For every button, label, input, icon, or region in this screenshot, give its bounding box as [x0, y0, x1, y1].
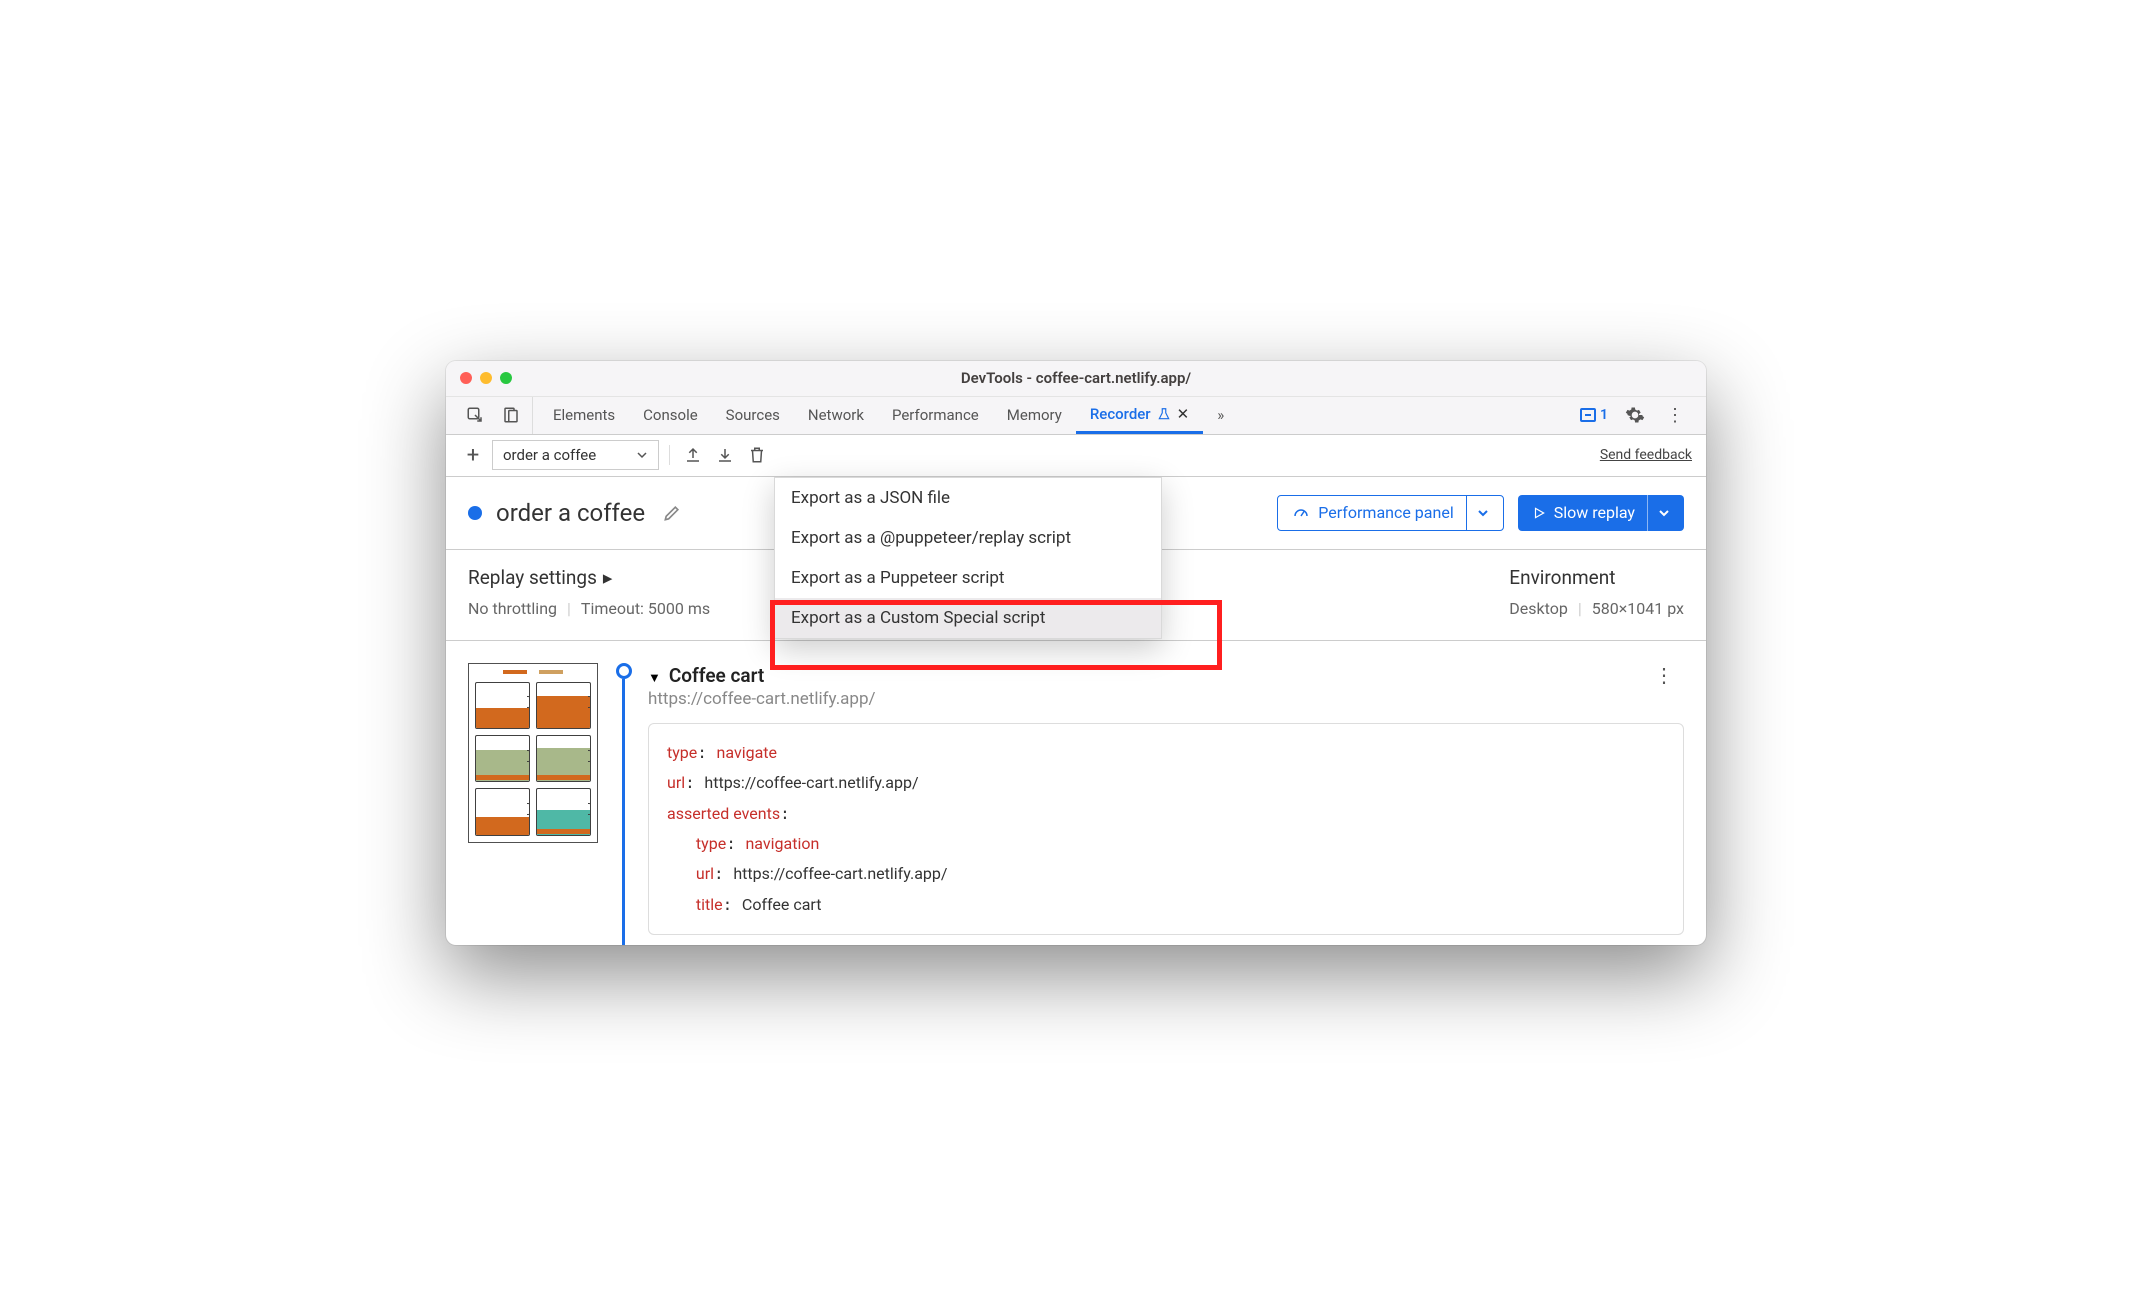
- environment-device: Desktop: [1509, 599, 1568, 618]
- step-card: ▼ Coffee cart ⋮ https://coffee-cart.netl…: [648, 663, 1684, 935]
- timeline-rail: [616, 663, 632, 935]
- recording-selector-value: order a coffee: [503, 446, 596, 464]
- send-feedback-link[interactable]: Send feedback: [1600, 447, 1692, 463]
- slow-replay-button[interactable]: Slow replay: [1518, 495, 1684, 531]
- tab-recorder-label: Recorder: [1090, 405, 1151, 423]
- window-title: DevTools - coffee-cart.netlify.app/: [446, 369, 1706, 387]
- issues-badge[interactable]: 1: [1580, 407, 1608, 423]
- export-icon[interactable]: [712, 442, 738, 468]
- edit-title-icon[interactable]: [659, 500, 685, 526]
- export-json-item[interactable]: Export as a JSON file: [775, 478, 1161, 518]
- tab-bar: Elements Console Sources Network Perform…: [446, 397, 1706, 435]
- add-recording-icon[interactable]: +: [460, 442, 486, 468]
- recorder-toolbar: + order a coffee Send feedback: [446, 435, 1706, 477]
- slow-replay-dropdown[interactable]: [1647, 495, 1670, 531]
- performance-panel-dropdown[interactable]: [1466, 496, 1489, 530]
- chevron-down-icon: [1658, 507, 1670, 519]
- tab-console[interactable]: Console: [629, 397, 712, 434]
- environment-size: 580×1041 px: [1592, 599, 1684, 618]
- step-title: Coffee cart: [669, 664, 764, 687]
- export-puppeteer-item[interactable]: Export as a Puppeteer script: [775, 558, 1161, 598]
- step-url: https://coffee-cart.netlify.app/: [648, 689, 1684, 709]
- titlebar: DevTools - coffee-cart.netlify.app/: [446, 361, 1706, 397]
- timeout-value: Timeout: 5000 ms: [581, 599, 710, 618]
- performance-panel-button[interactable]: Performance panel: [1277, 495, 1503, 531]
- chevron-down-icon: [636, 449, 648, 461]
- gauge-icon: [1292, 504, 1310, 522]
- step-code: type: navigate url: https://coffee-cart.…: [648, 723, 1684, 935]
- chevron-right-icon: ▸: [603, 566, 613, 589]
- steps-body: ▼ Coffee cart ⋮ https://coffee-cart.netl…: [446, 641, 1706, 945]
- export-custom-special-item[interactable]: Export as a Custom Special script: [775, 598, 1161, 638]
- inspect-icon[interactable]: [462, 402, 488, 428]
- environment-title: Environment: [1509, 566, 1684, 589]
- tab-recorder[interactable]: Recorder ✕: [1076, 397, 1203, 434]
- issues-icon: [1580, 408, 1596, 422]
- step-more-icon[interactable]: ⋮: [1654, 663, 1674, 687]
- devtools-window: DevTools - coffee-cart.netlify.app/ Elem…: [446, 361, 1706, 945]
- tab-elements[interactable]: Elements: [539, 397, 629, 434]
- chevron-down-icon: [1477, 507, 1489, 519]
- export-menu: Export as a JSON file Export as a @puppe…: [774, 477, 1162, 639]
- tab-performance[interactable]: Performance: [878, 397, 993, 434]
- replay-settings-label: Replay settings: [468, 566, 597, 589]
- delete-icon[interactable]: [744, 442, 770, 468]
- timeline-node: [616, 663, 632, 679]
- throttling-value: No throttling: [468, 599, 557, 618]
- slow-replay-label: Slow replay: [1554, 503, 1635, 522]
- device-toggle-icon[interactable]: [498, 402, 524, 428]
- performance-panel-label: Performance panel: [1318, 503, 1453, 522]
- replay-settings-toggle[interactable]: Replay settings ▸: [468, 566, 710, 589]
- close-tab-icon[interactable]: ✕: [1177, 405, 1190, 423]
- flask-icon: [1157, 407, 1171, 421]
- step-collapse-icon[interactable]: ▼: [648, 670, 661, 686]
- play-icon: [1532, 506, 1546, 520]
- issues-count: 1: [1600, 407, 1608, 423]
- recording-selector[interactable]: order a coffee: [492, 440, 659, 470]
- tab-overflow[interactable]: »: [1203, 397, 1238, 434]
- settings-icon[interactable]: [1622, 402, 1648, 428]
- tab-network[interactable]: Network: [794, 397, 878, 434]
- tab-memory[interactable]: Memory: [993, 397, 1076, 434]
- page-thumbnail: [468, 663, 598, 843]
- recording-status-dot: [468, 506, 482, 520]
- recording-title: order a coffee: [496, 499, 645, 527]
- export-puppeteer-replay-item[interactable]: Export as a @puppeteer/replay script: [775, 518, 1161, 558]
- import-icon[interactable]: [680, 442, 706, 468]
- tab-sources[interactable]: Sources: [712, 397, 794, 434]
- kebab-menu-icon[interactable]: ⋮: [1662, 402, 1688, 428]
